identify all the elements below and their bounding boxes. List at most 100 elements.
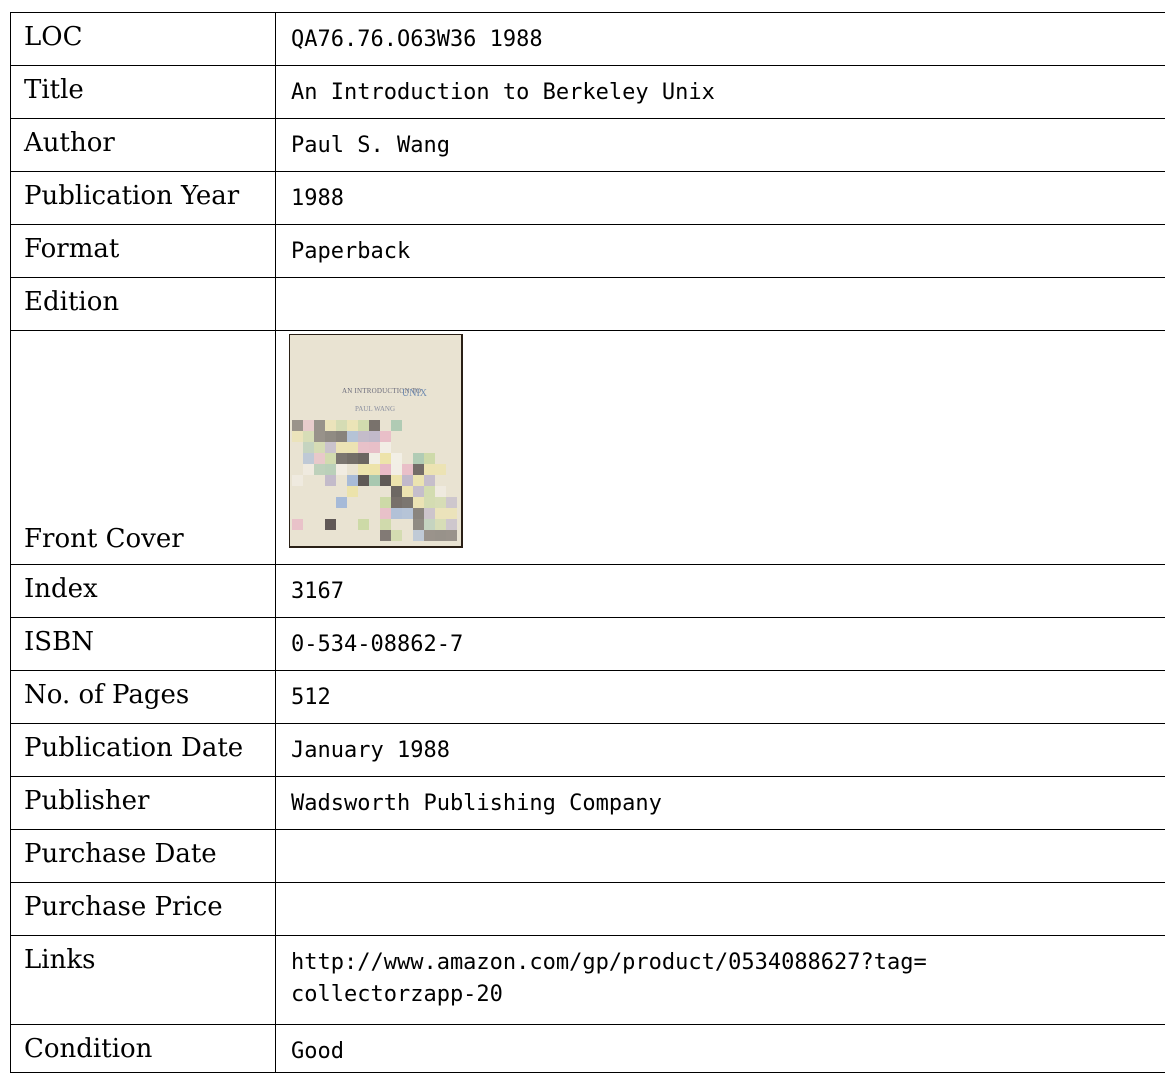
cover-mosaic-tile (391, 453, 402, 464)
row-author: Author Paul S. Wang (10, 118, 1165, 172)
publication-year-text: 1988 (291, 186, 344, 211)
cover-mosaic-tile (347, 475, 358, 486)
format-label: Format (10, 224, 276, 278)
cover-mosaic-tile (446, 530, 457, 541)
cover-mosaic-tile (325, 453, 336, 464)
cover-mosaic-tile (325, 442, 336, 453)
cover-mosaic-tile (446, 497, 457, 508)
cover-mosaic-tile (380, 519, 391, 530)
cover-mosaic-tile (380, 464, 391, 475)
cover-mosaic-tile (402, 464, 413, 475)
cover-mosaic-tile (314, 420, 325, 431)
cover-mosaic-tile (391, 420, 402, 431)
publisher-value: Wadsworth Publishing Company (275, 776, 1165, 830)
cover-mosaic-tile (413, 464, 424, 475)
cover-mosaic-tile (402, 497, 413, 508)
loc-value: QA76.76.O63W36 1988 (275, 12, 1165, 66)
cover-mosaic-tile (380, 508, 391, 519)
cover-mosaic-tile (380, 530, 391, 541)
row-pages: No. of Pages 512 (10, 670, 1165, 724)
cover-mosaic-tile (325, 519, 336, 530)
publication-year-value: 1988 (275, 171, 1165, 225)
cover-mosaic-tile (336, 431, 347, 442)
cover-mosaic-tile (402, 508, 413, 519)
cover-mosaic-tile (435, 530, 446, 541)
cover-mosaic-tile (303, 431, 314, 442)
cover-mosaic-tile (325, 431, 336, 442)
cover-mosaic-tile (336, 442, 347, 453)
cover-mosaic-tile (358, 420, 369, 431)
purchase-price-label: Purchase Price (10, 882, 276, 936)
title-label: Title (10, 65, 276, 119)
cover-mosaic-tile (391, 475, 402, 486)
author-value: Paul S. Wang (275, 118, 1165, 172)
isbn-text: 0-534-08862-7 (291, 632, 464, 657)
cover-mosaic-tile (380, 453, 391, 464)
cover-mosaic-tile (369, 453, 380, 464)
cover-mosaic-tile (446, 519, 457, 530)
cover-mosaic-tile (424, 464, 435, 475)
cover-mosaic-tile (435, 464, 446, 475)
cover-mosaic-tile (413, 453, 424, 464)
pages-label: No. of Pages (10, 670, 276, 724)
cover-mosaic-tile (424, 497, 435, 508)
condition-label: Condition (10, 1024, 276, 1073)
row-title: Title An Introduction to Berkeley Unix (10, 65, 1165, 119)
purchase-date-value (275, 829, 1165, 883)
cover-mosaic-tile (325, 420, 336, 431)
cover-mosaic-tile (303, 442, 314, 453)
links-url-line1[interactable]: http://www.amazon.com/gp/product/0534088… (291, 947, 1165, 979)
cover-mosaic-tile (325, 464, 336, 475)
cover-mosaic-tile (413, 486, 424, 497)
front-cover-value: AN INTRODUCTION TO UNIX PAUL WANG (275, 330, 1165, 565)
cover-mosaic-tile (413, 475, 424, 486)
cover-mosaic-tile (435, 519, 446, 530)
cover-mosaic-tile (413, 508, 424, 519)
edition-value (275, 277, 1165, 331)
row-links: Links http://www.amazon.com/gp/product/0… (10, 935, 1165, 1025)
cover-mosaic-tile (314, 431, 325, 442)
cover-mosaic-tile (380, 475, 391, 486)
publication-date-label: Publication Date (10, 723, 276, 777)
format-value: Paperback (275, 224, 1165, 278)
cover-mosaic-tile (336, 420, 347, 431)
cover-mosaic-tile (380, 431, 391, 442)
cover-mosaic-tile (380, 442, 391, 453)
cover-mosaic-tile (358, 431, 369, 442)
links-url-line2[interactable]: collectorzapp-20 (291, 979, 1165, 1011)
row-publisher: Publisher Wadsworth Publishing Company (10, 776, 1165, 830)
cover-mosaic-tile (292, 519, 303, 530)
cover-mosaic-tile (303, 453, 314, 464)
cover-mosaic-tile (369, 420, 380, 431)
index-value: 3167 (275, 564, 1165, 618)
cover-mosaic-tile (303, 420, 314, 431)
cover-mosaic-tile (292, 420, 303, 431)
cover-mosaic-tile (325, 475, 336, 486)
cover-mosaic-tile (336, 453, 347, 464)
cover-mosaic-tile (336, 464, 347, 475)
book-record-table: LOC QA76.76.O63W36 1988 Title An Introdu… (10, 12, 1165, 1073)
cover-mosaic-tile (424, 453, 435, 464)
loc-label: LOC (10, 12, 276, 66)
cover-mosaic-tile (347, 431, 358, 442)
cover-mosaic-tile (435, 486, 446, 497)
cover-mosaic-tile (391, 464, 402, 475)
cover-mosaic-tile (424, 486, 435, 497)
cover-mosaic-tile (391, 508, 402, 519)
publication-year-label: Publication Year (10, 171, 276, 225)
edition-label: Edition (10, 277, 276, 331)
cover-mosaic-tile (358, 442, 369, 453)
cover-mosaic-tile (358, 464, 369, 475)
cover-mosaic-tile (369, 464, 380, 475)
cover-mosaic-tile (369, 431, 380, 442)
cover-mosaic-tile (391, 497, 402, 508)
cover-mosaic-tile (314, 442, 325, 453)
row-loc: LOC QA76.76.O63W36 1988 (10, 12, 1165, 66)
row-index: Index 3167 (10, 564, 1165, 618)
format-text: Paperback (291, 239, 411, 264)
cover-mosaic-tile (347, 420, 358, 431)
front-cover-image[interactable]: AN INTRODUCTION TO UNIX PAUL WANG (289, 334, 463, 548)
row-purchase-price: Purchase Price (10, 882, 1165, 936)
cover-mosaic-tile (380, 497, 391, 508)
cover-mosaic-tile (435, 508, 446, 519)
